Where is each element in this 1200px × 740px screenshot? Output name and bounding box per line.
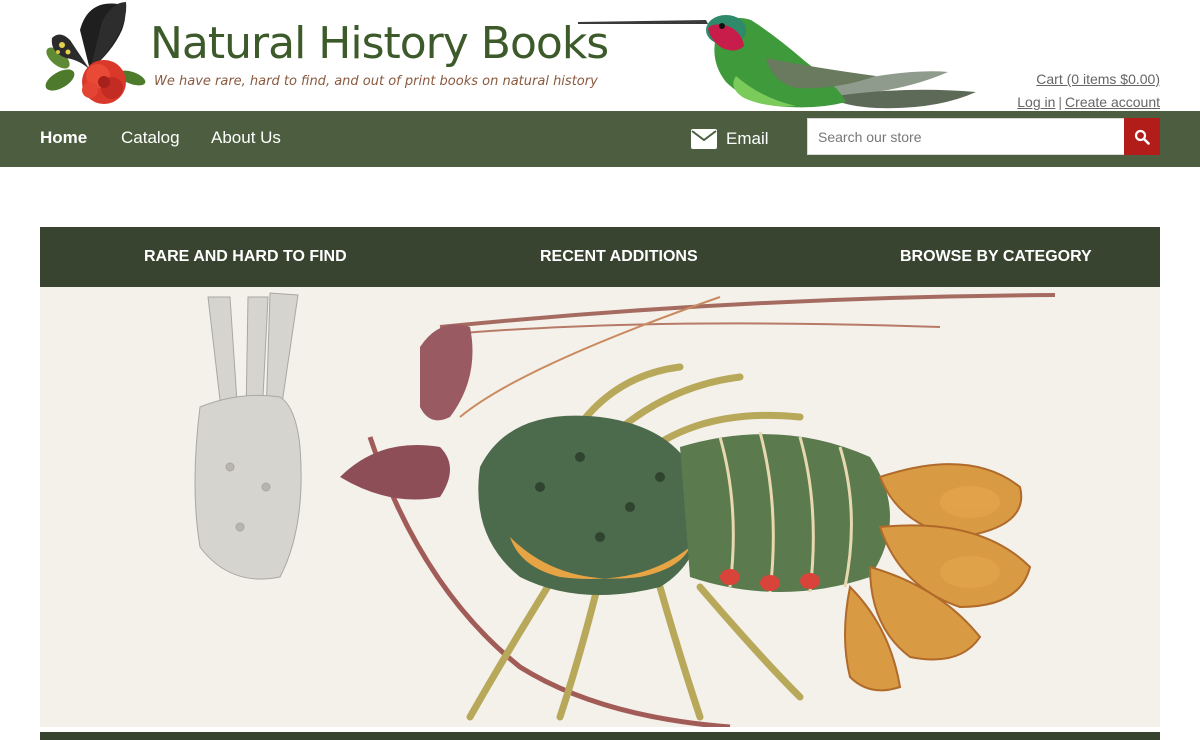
lobster-head-sketch (194, 292, 302, 580)
lobster-illustration (194, 292, 1056, 727)
search-input[interactable] (807, 118, 1124, 155)
envelope-icon (691, 129, 717, 149)
subnav-recent-additions[interactable]: RECENT ADDITIONS (540, 227, 698, 287)
cart-link[interactable]: Cart (0 items $0.00) (1036, 71, 1160, 87)
email-link[interactable]: Email (690, 111, 769, 167)
butterfly-flower-illustration (45, 2, 146, 104)
logo-tagline: We have rare, hard to find, and out of p… (154, 74, 598, 89)
site-header: Natural History Books We have rare, hard… (0, 0, 1200, 111)
email-label: Email (726, 129, 769, 148)
subnav-rare-hard-to-find[interactable]: RARE AND HARD TO FIND (144, 227, 347, 287)
search-button[interactable] (1124, 118, 1160, 155)
main-navbar: Home Catalog About Us Email (0, 111, 1200, 167)
category-nav: RARE AND HARD TO FIND RECENT ADDITIONS B… (40, 227, 1160, 287)
subnav-browse-by-category[interactable]: BROWSE BY CATEGORY (900, 227, 1092, 287)
nav-home[interactable]: Home (40, 111, 87, 167)
create-account-link[interactable]: Create account (1065, 94, 1160, 110)
site-logo[interactable]: Natural History Books We have rare, hard… (40, 0, 609, 111)
account-separator: | (1058, 94, 1063, 110)
logo-title: Natural History Books (150, 18, 609, 69)
nav-about-us[interactable]: About Us (211, 111, 281, 167)
hero-banner (40, 287, 1160, 727)
hummingbird-illustration (578, 15, 976, 109)
search-icon (1134, 129, 1150, 145)
search-form (807, 118, 1160, 155)
footer-bar (40, 732, 1160, 740)
account-links: Cart (0 items $0.00) Log in | Create accou… (1017, 68, 1160, 114)
login-link[interactable]: Log in (1017, 94, 1055, 110)
nav-catalog[interactable]: Catalog (121, 111, 180, 167)
